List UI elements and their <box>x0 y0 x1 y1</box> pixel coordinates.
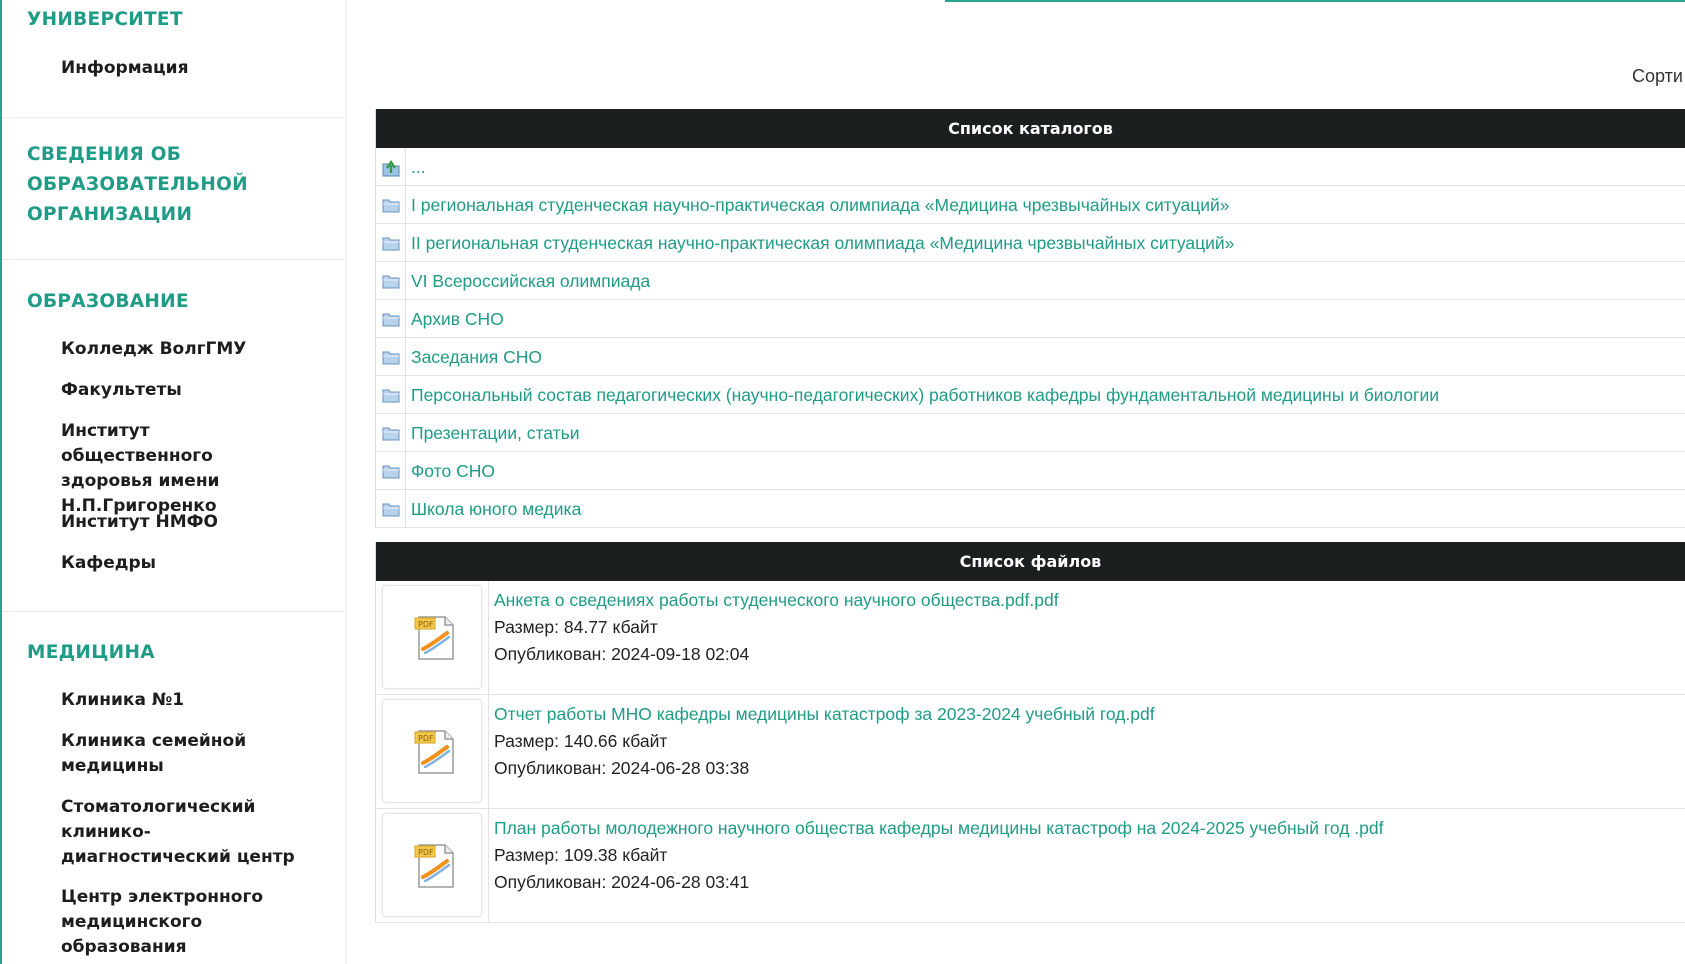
file-thumb-cell: PDF <box>376 809 489 923</box>
svg-text:PDF: PDF <box>418 620 434 629</box>
nav-heading-org-info-line3[interactable]: ОРГАНИЗАЦИИ <box>27 199 192 230</box>
sidebar-item-nmfo-institute[interactable]: Институт НМФО <box>61 510 331 535</box>
catalog-link[interactable]: II региональная студенческая научно-прак… <box>411 224 1234 262</box>
nav-heading-education[interactable]: ОБРАЗОВАНИЕ <box>27 286 189 317</box>
sidebar-item-clinic-1[interactable]: Клиника №1 <box>61 688 331 713</box>
nav-section-education: ОБРАЗОВАНИЕ Колледж ВолгГМУ Факультеты И… <box>2 259 347 611</box>
breadcrumb <box>375 0 1685 3</box>
catalog-row[interactable]: Презентации, статьи <box>376 414 1685 452</box>
catalog-row[interactable]: Архив СНО <box>376 300 1685 338</box>
file-link[interactable]: Отчет работы МНО кафедры медицины катаст… <box>494 701 1155 728</box>
sidebar-item-information[interactable]: Информация <box>61 56 331 81</box>
catalog-list-header: Список каталогов <box>376 109 1685 148</box>
catalog-link[interactable]: Персональный состав педагогических (науч… <box>411 376 1439 414</box>
sidebar-item-e-learning-center[interactable]: Центр электронного медицинского образова… <box>61 885 326 960</box>
catalog-link[interactable]: Фото СНО <box>411 452 495 490</box>
file-published-date: Опубликован: 2024-09-18 02:04 <box>494 644 750 664</box>
catalog-up-link[interactable]: ... <box>411 148 426 186</box>
catalog-up-row[interactable]: ... <box>376 148 1685 186</box>
nav-section-medicine: МЕДИЦИНА Клиника №1 Клиника семейной мед… <box>2 611 347 964</box>
folder-icon <box>382 351 400 365</box>
nav-section-org-info: СВЕДЕНИЯ ОБ ОБРАЗОВАТЕЛЬНОЙ ОРГАНИЗАЦИИ <box>2 117 347 259</box>
file-thumbnail[interactable]: PDF <box>382 585 482 689</box>
catalog-list: Список каталогов ... I региональная студ… <box>375 109 1685 528</box>
sidebar-item-college[interactable]: Колледж ВолгГМУ <box>61 337 331 362</box>
file-size: Размер: 140.66 кбайт <box>494 731 668 751</box>
catalog-row[interactable]: Фото СНО <box>376 452 1685 490</box>
folder-icon <box>382 275 400 289</box>
pdf-file-icon: PDF <box>414 730 454 774</box>
catalog-row[interactable]: Школа юного медика <box>376 490 1685 528</box>
nav-heading-medicine[interactable]: МЕДИЦИНА <box>27 637 155 668</box>
file-info: План работы молодежного научного обществ… <box>494 815 1383 896</box>
catalog-icon-cell <box>376 186 406 224</box>
catalog-row[interactable]: Персональный состав педагогических (науч… <box>376 376 1685 414</box>
folder-up-icon <box>382 160 400 177</box>
file-list: Список файлов PDF Анкета о сведениях раб… <box>375 542 1685 923</box>
page: УНИВЕРСИТЕТ Информация СВЕДЕНИЯ ОБ ОБРАЗ… <box>0 0 1685 964</box>
file-size: Размер: 84.77 кбайт <box>494 617 658 637</box>
file-published-date: Опубликован: 2024-06-28 03:38 <box>494 758 750 778</box>
folder-icon <box>382 503 400 517</box>
catalog-link[interactable]: Заседания СНО <box>411 338 542 376</box>
catalog-link[interactable]: Школа юного медика <box>411 490 581 528</box>
pdf-file-icon: PDF <box>414 844 454 888</box>
nav-section-university: УНИВЕРСИТЕТ Информация <box>2 0 347 117</box>
file-row: PDF Отчет работы МНО кафедры медицины ка… <box>376 695 1685 809</box>
file-row: PDF План работы молодежного научного общ… <box>376 809 1685 923</box>
file-info: Анкета о сведениях работы студенческого … <box>494 587 1059 668</box>
breadcrumb-link-underline[interactable] <box>945 0 1685 2</box>
catalog-icon-cell <box>376 224 406 262</box>
catalog-icon-cell <box>376 414 406 452</box>
file-size: Размер: 109.38 кбайт <box>494 845 668 865</box>
nav-heading-org-info-line1[interactable]: СВЕДЕНИЯ ОБ <box>27 139 181 170</box>
folder-icon <box>382 313 400 327</box>
folder-icon <box>382 199 400 213</box>
file-link[interactable]: План работы молодежного научного обществ… <box>494 815 1383 842</box>
file-thumb-cell: PDF <box>376 695 489 809</box>
folder-icon <box>382 237 400 251</box>
nav-heading-org-info-line2[interactable]: ОБРАЗОВАТЕЛЬНОЙ <box>27 169 248 200</box>
catalog-icon-cell <box>376 376 406 414</box>
pdf-file-icon: PDF <box>414 616 454 660</box>
catalog-row[interactable]: Заседания СНО <box>376 338 1685 376</box>
file-row: PDF Анкета о сведениях работы студенческ… <box>376 581 1685 695</box>
file-published-date: Опубликован: 2024-06-28 03:41 <box>494 872 750 892</box>
sidebar-item-public-health-institute[interactable]: Институт общественного здоровья имени Н.… <box>61 419 286 519</box>
file-thumbnail[interactable]: PDF <box>382 699 482 803</box>
svg-text:PDF: PDF <box>418 848 434 857</box>
svg-text:PDF: PDF <box>418 734 434 743</box>
catalog-icon-cell <box>376 490 406 528</box>
file-list-header: Список файлов <box>376 542 1685 581</box>
sidebar-item-faculties[interactable]: Факультеты <box>61 378 331 403</box>
catalog-icon-cell <box>376 338 406 376</box>
folder-icon <box>382 389 400 403</box>
file-link[interactable]: Анкета о сведениях работы студенческого … <box>494 587 1059 614</box>
catalog-row[interactable]: I региональная студенческая научно-практ… <box>376 186 1685 224</box>
file-info: Отчет работы МНО кафедры медицины катаст… <box>494 701 1155 782</box>
sidebar-item-departments[interactable]: Кафедры <box>61 551 331 576</box>
catalog-row[interactable]: II региональная студенческая научно-прак… <box>376 224 1685 262</box>
catalog-row[interactable]: VI Всероссийская олимпиада <box>376 262 1685 300</box>
file-thumb-cell: PDF <box>376 581 489 695</box>
catalog-icon-cell <box>376 262 406 300</box>
file-thumbnail[interactable]: PDF <box>382 813 482 917</box>
catalog-link[interactable]: I региональная студенческая научно-практ… <box>411 186 1230 224</box>
nav-heading-university[interactable]: УНИВЕРСИТЕТ <box>27 4 183 35</box>
sort-label[interactable]: Сорти <box>1632 66 1683 87</box>
catalog-icon-cell <box>376 300 406 338</box>
sidebar-item-dental-center[interactable]: Стоматологический клинико-диагностически… <box>61 795 301 870</box>
catalog-icon-cell <box>376 148 406 186</box>
sidebar-nav: УНИВЕРСИТЕТ Информация СВЕДЕНИЯ ОБ ОБРАЗ… <box>0 0 347 964</box>
catalog-link[interactable]: Презентации, статьи <box>411 414 580 452</box>
sidebar-item-family-clinic[interactable]: Клиника семейной медицины <box>61 729 251 779</box>
catalog-link[interactable]: Архив СНО <box>411 300 504 338</box>
catalog-icon-cell <box>376 452 406 490</box>
folder-icon <box>382 465 400 479</box>
catalog-link[interactable]: VI Всероссийская олимпиада <box>411 262 650 300</box>
folder-icon <box>382 427 400 441</box>
